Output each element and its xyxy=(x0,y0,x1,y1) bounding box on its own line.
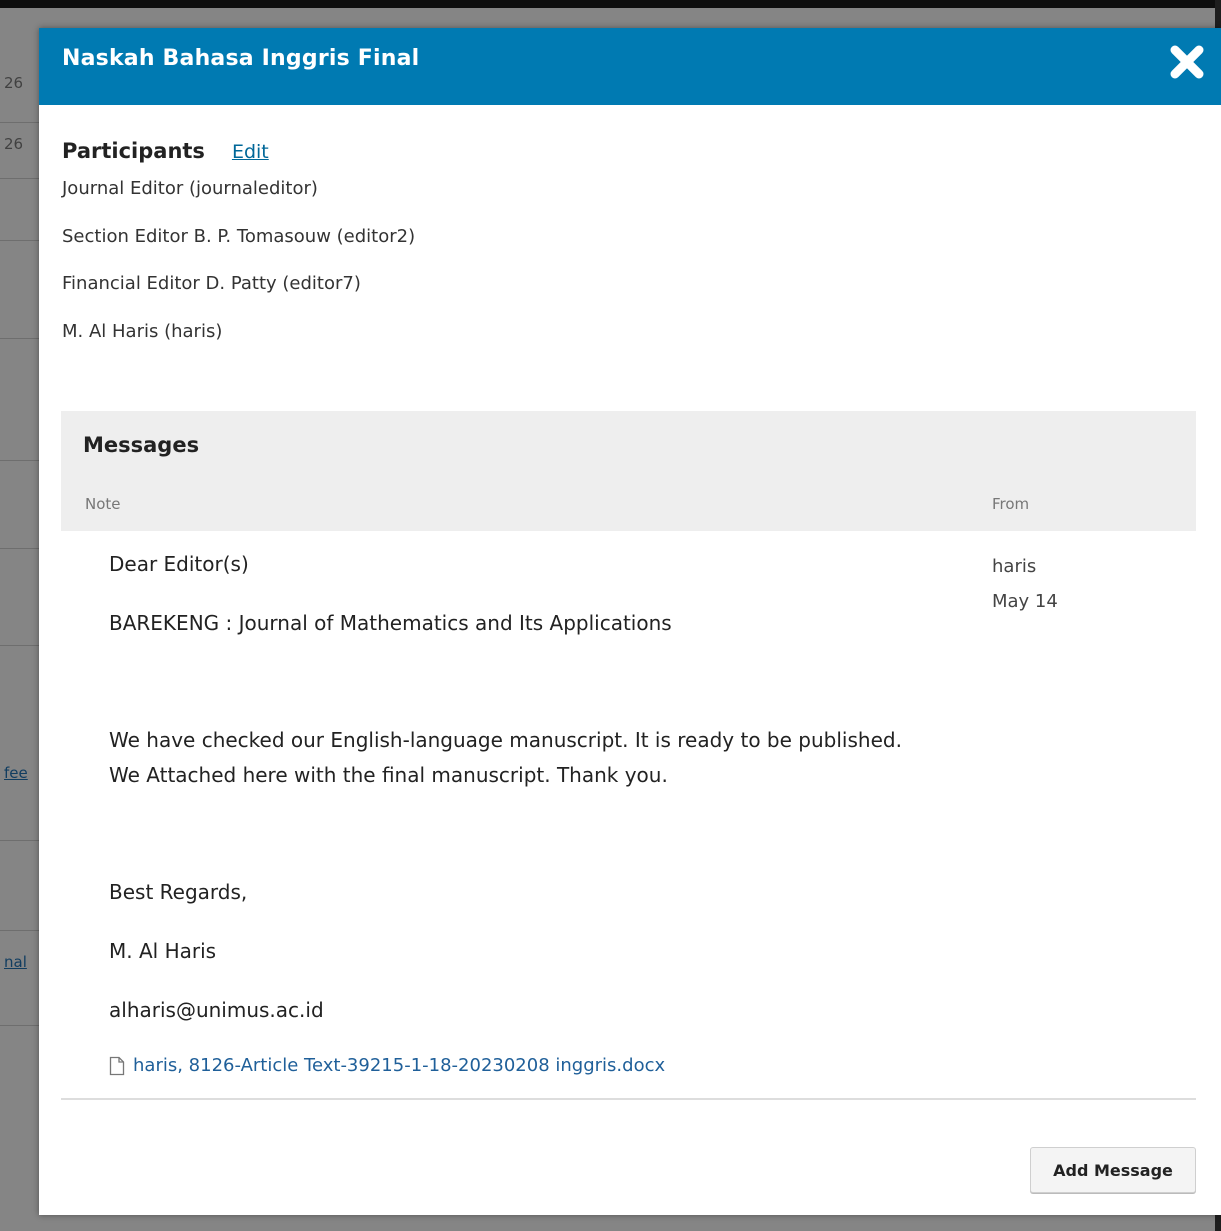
edit-participants-link[interactable]: Edit xyxy=(232,141,269,163)
column-header-from: From xyxy=(992,495,1030,513)
participants-title: Participants xyxy=(62,139,205,163)
message-closing: Best Regards, xyxy=(109,880,248,904)
modal-header: Naskah Bahasa Inggris Final xyxy=(39,28,1221,105)
participant-item: Section Editor B. P. Tomasouw (editor2) xyxy=(62,225,416,247)
message-from-user: haris xyxy=(992,556,1037,577)
participant-item: Journal Editor (journaleditor) xyxy=(62,178,318,199)
modal-title: Naskah Bahasa Inggris Final xyxy=(62,46,420,71)
close-button[interactable] xyxy=(1165,40,1209,84)
participant-item: Financial Editor D. Patty (editor7) xyxy=(62,273,361,294)
message-greeting: Dear Editor(s) xyxy=(109,552,249,576)
message-body: We have checked our English-language man… xyxy=(109,728,902,787)
modal-body: Participants Edit Journal Editor (journa… xyxy=(39,139,1221,367)
message-signature: M. Al Haris xyxy=(109,939,217,963)
attachment-link[interactable]: haris, 8126-Article Text-39215-1-18-2023… xyxy=(109,1048,909,1083)
participants-header: Participants Edit xyxy=(62,139,1198,163)
participant-item: M. Al Haris (haris) xyxy=(62,320,223,342)
participant-list: Journal Editor (journaleditor) Section E… xyxy=(62,177,1198,367)
message-row: Dear Editor(s) BAREKENG : Journal of Mat… xyxy=(61,531,1196,1098)
messages-header: Messages Note From xyxy=(61,411,1196,531)
attachment-filename: haris, 8126-Article Text-39215-1-18-2023… xyxy=(133,1055,666,1076)
message-journal-line: BAREKENG : Journal of Mathematics and It… xyxy=(109,611,672,635)
close-icon xyxy=(1170,45,1204,79)
messages-panel: Messages Note From Dear Editor(s) BAREKE… xyxy=(61,411,1196,1100)
message-email: alharis@unimus.ac.id xyxy=(109,998,324,1022)
message-from-date: May 14 xyxy=(992,591,1058,612)
messages-title: Messages xyxy=(83,433,200,457)
message-from: haris May 14 xyxy=(992,549,1058,619)
add-message-button[interactable]: Add Message xyxy=(1030,1147,1196,1193)
file-icon xyxy=(109,1056,125,1075)
message-note: Dear Editor(s) BAREKENG : Journal of Mat… xyxy=(109,547,909,1083)
discussion-modal: Naskah Bahasa Inggris Final Participants… xyxy=(39,28,1221,1215)
column-header-note: Note xyxy=(85,495,121,513)
